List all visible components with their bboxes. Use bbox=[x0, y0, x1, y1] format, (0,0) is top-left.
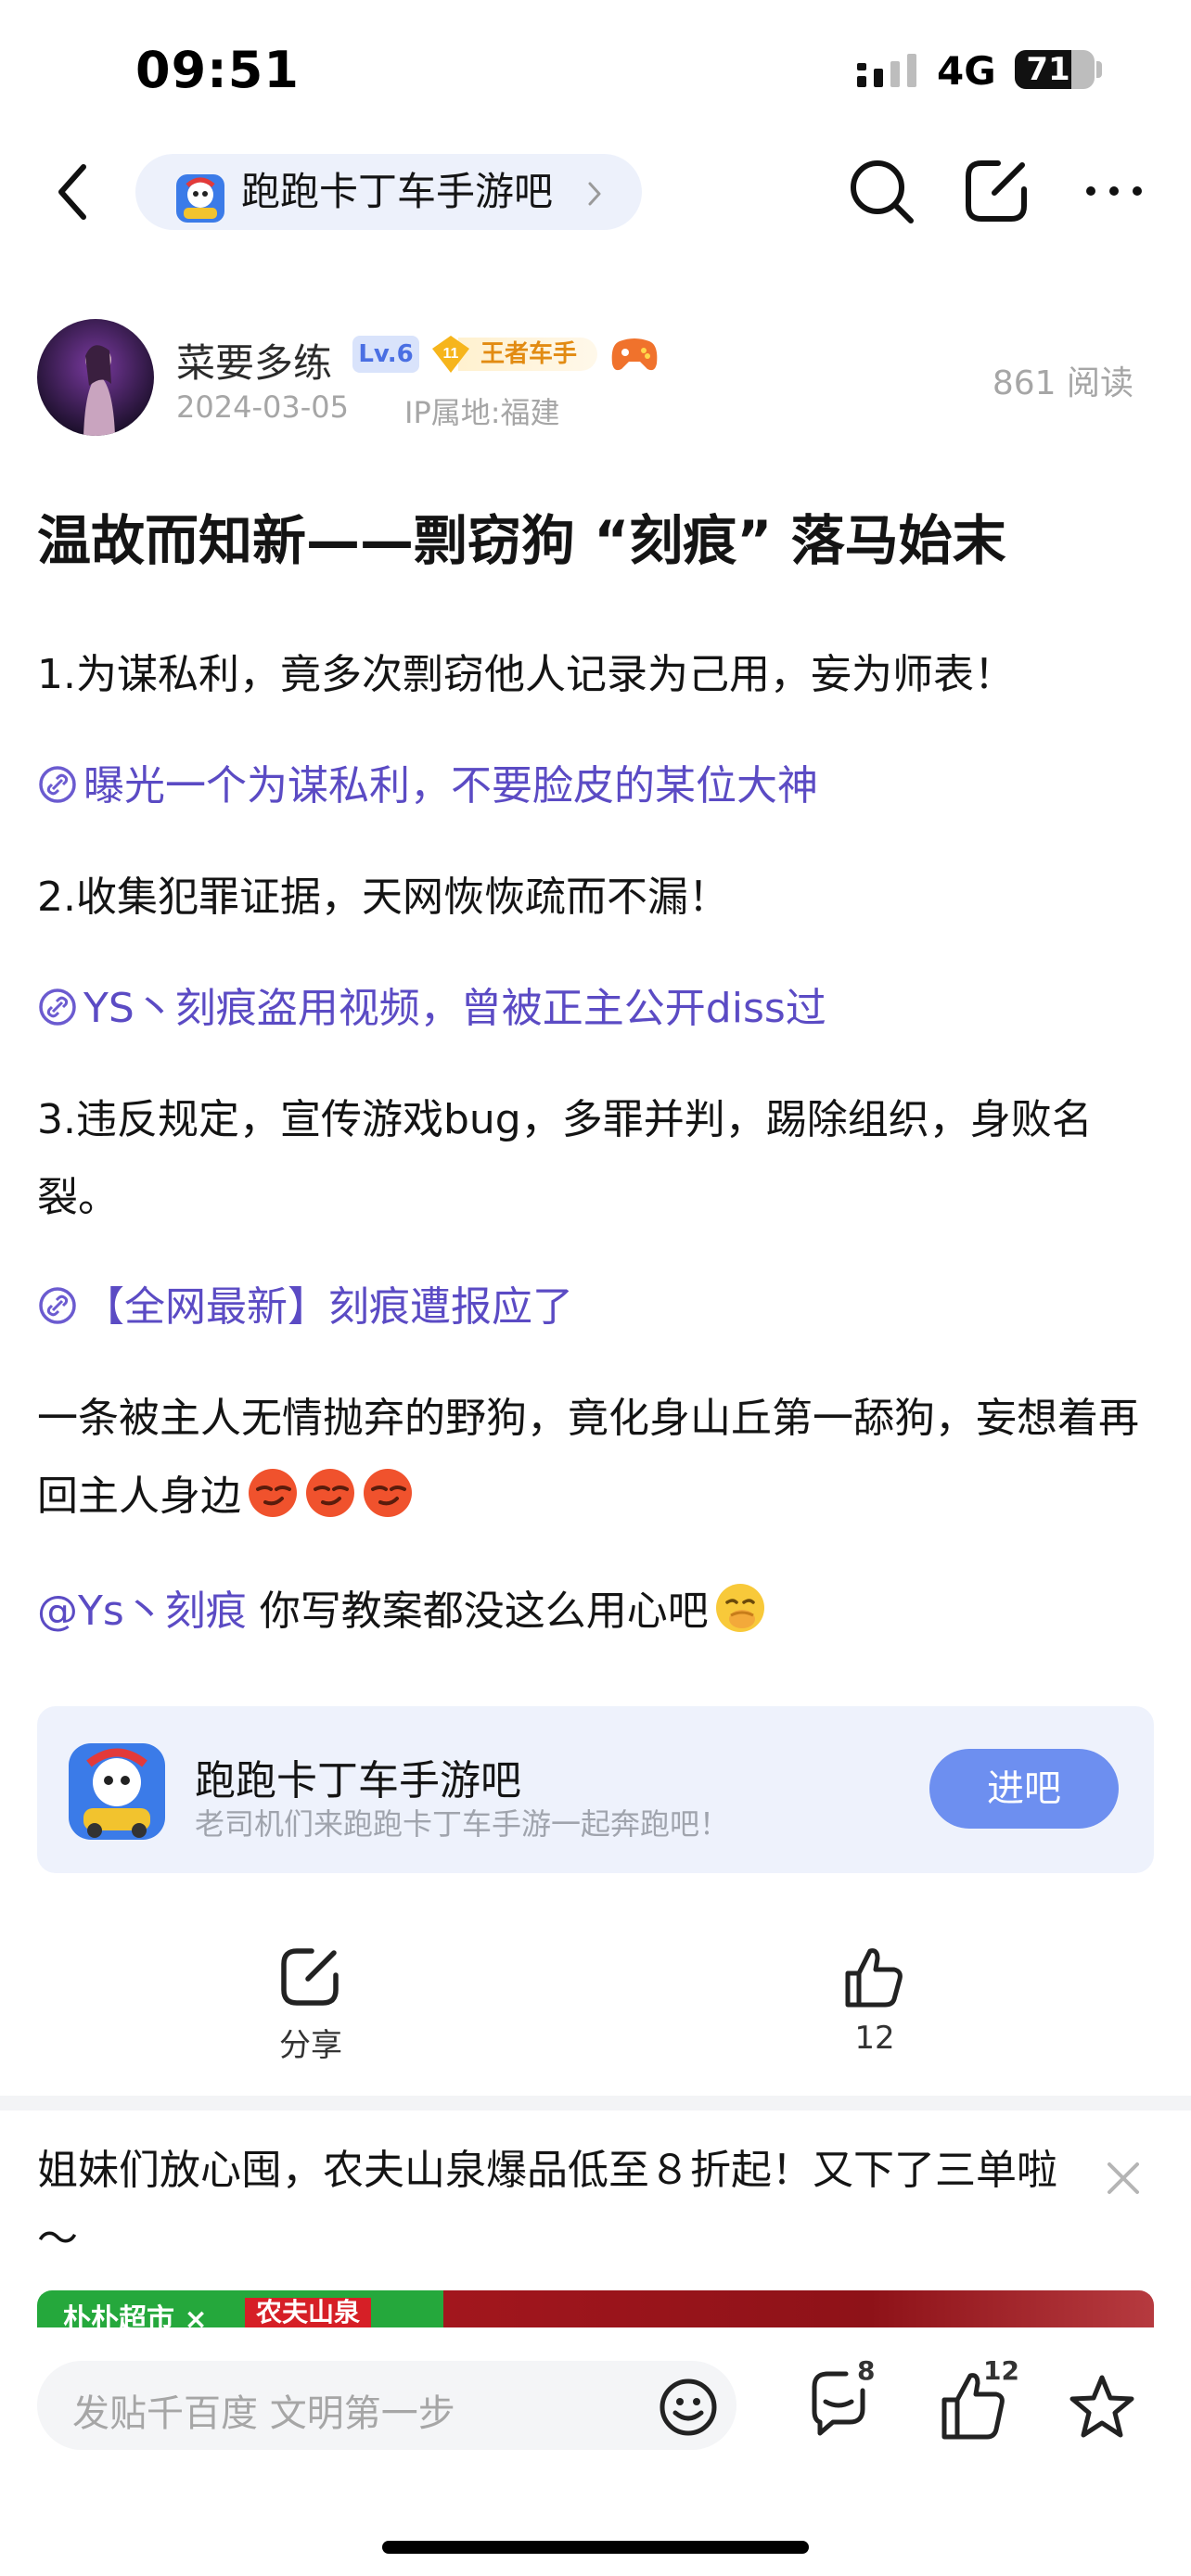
ad-tag-label: 农夫山泉 bbox=[245, 2298, 372, 2327]
avatar[interactable] bbox=[37, 319, 154, 436]
post-link-1[interactable]: 曝光一个为谋私利，不要脸皮的某位大神 bbox=[37, 747, 1159, 825]
battery-percent: 71 bbox=[1026, 51, 1070, 88]
forum-card-desc: 老司机们来跑跑卡丁车手游一起奔跑吧！ bbox=[195, 1806, 730, 1842]
like-button[interactable]: 12 bbox=[824, 1944, 926, 2064]
ad-brand-label: 朴朴超市 × bbox=[63, 2303, 208, 2327]
battery-icon: 71 bbox=[1015, 50, 1095, 89]
bottom-like-count: 12 bbox=[983, 2355, 1019, 2386]
comment-count: 8 bbox=[857, 2355, 876, 2386]
post-title: 温故而知新——剽窃狗 “刻痕” 落马始末 bbox=[37, 509, 1006, 572]
read-count: 861 阅读 bbox=[992, 364, 1133, 402]
level-badge: Lv.6 bbox=[352, 336, 419, 373]
post-link-3-text: 【全网最新】刻痕遭报应了 bbox=[83, 1283, 573, 1331]
user-mention[interactable]: @Ys丶刻痕 bbox=[37, 1588, 247, 1635]
post-paragraph-1: 1.为谋私利，竟多次剽窃他人记录为己用，妄为师表！ bbox=[37, 651, 1015, 698]
post-ip-location: IP属地:福建 bbox=[404, 395, 560, 430]
post-paragraph-3: 3.违反规定，宣传游戏bug，多罪并判，踢除组织，身败名裂。 bbox=[37, 1096, 1093, 1221]
nav-bar: 跑跑卡丁车手游吧 bbox=[0, 139, 1191, 243]
post-link-1-text: 曝光一个为谋私利，不要脸皮的某位大神 bbox=[83, 762, 818, 810]
rank-diamond-icon: 11 bbox=[432, 336, 469, 373]
forum-name: 跑跑卡丁车手游吧 bbox=[241, 169, 554, 214]
bottom-bar: 发贴千百度 文明第一步 8 12 bbox=[0, 2327, 1191, 2576]
post-paragraph-4: 一条被主人无情抛弃的野狗，竟化身山丘第一舔狗，妄想着再回主人身边 bbox=[37, 1380, 1159, 1536]
ad-brand-strip: 朴朴超市 × 农夫山泉 bbox=[37, 2290, 443, 2327]
close-icon[interactable] bbox=[1102, 2157, 1145, 2200]
network-type: 4G bbox=[937, 48, 996, 94]
more-icon[interactable] bbox=[1083, 163, 1145, 219]
enter-forum-button[interactable]: 进吧 bbox=[929, 1749, 1119, 1829]
status-bar: 09:51 4G 71 bbox=[0, 0, 1191, 139]
like-count: 12 bbox=[854, 2020, 895, 2057]
svg-text:11: 11 bbox=[443, 346, 459, 362]
smirk-emoji-icon bbox=[364, 1469, 412, 1517]
gamepad-icon bbox=[611, 338, 658, 371]
share-button[interactable]: 分享 bbox=[260, 1944, 362, 2064]
giggle-emoji-icon bbox=[715, 1584, 764, 1632]
comment-input[interactable]: 发贴千百度 文明第一步 bbox=[37, 2361, 736, 2450]
post-date: 2024-03-05 bbox=[176, 389, 349, 425]
share-label: 分享 bbox=[279, 2027, 342, 2064]
post-paragraph-4-text: 一条被主人无情抛弃的野狗，竟化身山丘第一舔狗，妄想着再回主人身边 bbox=[37, 1395, 1139, 1520]
forum-card-name: 跑跑卡丁车手游吧 bbox=[195, 1757, 521, 1804]
post-paragraph-5: @Ys丶刻痕 你写教案都没这么用心吧 bbox=[37, 1573, 1159, 1651]
forum-pill[interactable]: 跑跑卡丁车手游吧 bbox=[135, 154, 642, 230]
thumbs-up-icon bbox=[845, 1948, 903, 2008]
post-paragraph-5-text: 你写教案都没这么用心吧 bbox=[246, 1588, 709, 1635]
post-link-3[interactable]: 【全网最新】刻痕遭报应了 bbox=[37, 1269, 1159, 1346]
rank-title: 王者车手 bbox=[458, 338, 597, 371]
link-icon bbox=[39, 988, 76, 1026]
emoji-icon[interactable] bbox=[657, 2376, 720, 2439]
status-time: 09:51 bbox=[135, 41, 300, 99]
post-paragraph-2: 2.收集犯罪证据，天网恢恢疏而不漏！ bbox=[37, 874, 729, 921]
ad-text[interactable]: 姐妹们放心囤，农夫山泉爆品低至８折起！又下了三单啦～ bbox=[37, 2136, 1076, 2274]
forum-logo-icon bbox=[176, 174, 224, 223]
forum-logo-icon bbox=[69, 1743, 165, 1840]
forum-card[interactable]: 跑跑卡丁车手游吧 老司机们来跑跑卡丁车手游一起奔跑吧！ 进吧 bbox=[37, 1706, 1154, 1873]
signal-icon bbox=[857, 54, 916, 87]
comment-placeholder: 发贴千百度 文明第一步 bbox=[72, 2392, 455, 2435]
section-divider bbox=[0, 2096, 1191, 2111]
smirk-emoji-icon bbox=[249, 1469, 297, 1517]
rank-badge: 王者车手 11 bbox=[429, 334, 605, 375]
post-link-2-text: YS丶刻痕盗用视频，曾被正主公开diss过 bbox=[83, 985, 826, 1032]
edit-icon[interactable] bbox=[961, 156, 1031, 226]
ad-image[interactable]: 朴朴超市 × 农夫山泉 bbox=[37, 2290, 1154, 2327]
search-icon[interactable] bbox=[846, 156, 916, 226]
battery-nub bbox=[1096, 61, 1102, 78]
ad-image-red bbox=[443, 2290, 1154, 2327]
back-icon[interactable] bbox=[46, 159, 102, 224]
smirk-emoji-icon bbox=[306, 1469, 354, 1517]
home-indicator[interactable] bbox=[382, 2541, 809, 2554]
author-name[interactable]: 菜要多练 bbox=[176, 332, 332, 389]
post-link-2[interactable]: YS丶刻痕盗用视频，曾被正主公开diss过 bbox=[37, 970, 1159, 1048]
share-icon bbox=[281, 1948, 339, 2006]
chevron-right-icon bbox=[588, 182, 601, 206]
comment-icon[interactable] bbox=[805, 2365, 889, 2448]
star-icon[interactable] bbox=[1067, 2372, 1137, 2442]
link-icon bbox=[39, 1287, 76, 1324]
link-icon bbox=[39, 766, 76, 803]
